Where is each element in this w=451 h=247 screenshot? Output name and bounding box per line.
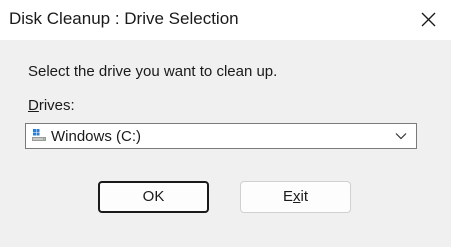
instruction-text: Select the drive you want to clean up. [28,63,278,80]
exit-label-pre: E [282,188,293,205]
ok-button[interactable]: OK [98,181,209,213]
close-icon [421,12,436,27]
disk-cleanup-dialog: Disk Cleanup : Drive Selection Select th… [0,0,451,247]
selected-drive: Windows (C:) [51,128,142,145]
drive-select[interactable]: Windows (C:) [25,123,417,149]
drives-label-text: rives: [38,97,75,114]
drives-label-accelerator: D [28,97,39,114]
window-title: Disk Cleanup : Drive Selection [9,9,239,28]
title-bar: Disk Cleanup : Drive Selection [0,0,451,40]
exit-button[interactable]: Exit [240,181,351,213]
close-button[interactable] [405,0,451,40]
chevron-down-icon [395,133,407,140]
drives-label: Drives: [28,97,75,114]
drive-icon [32,129,46,141]
exit-label-accelerator: x [293,188,301,205]
ok-button-label: OK [142,188,165,205]
exit-label-post: it [300,188,309,205]
